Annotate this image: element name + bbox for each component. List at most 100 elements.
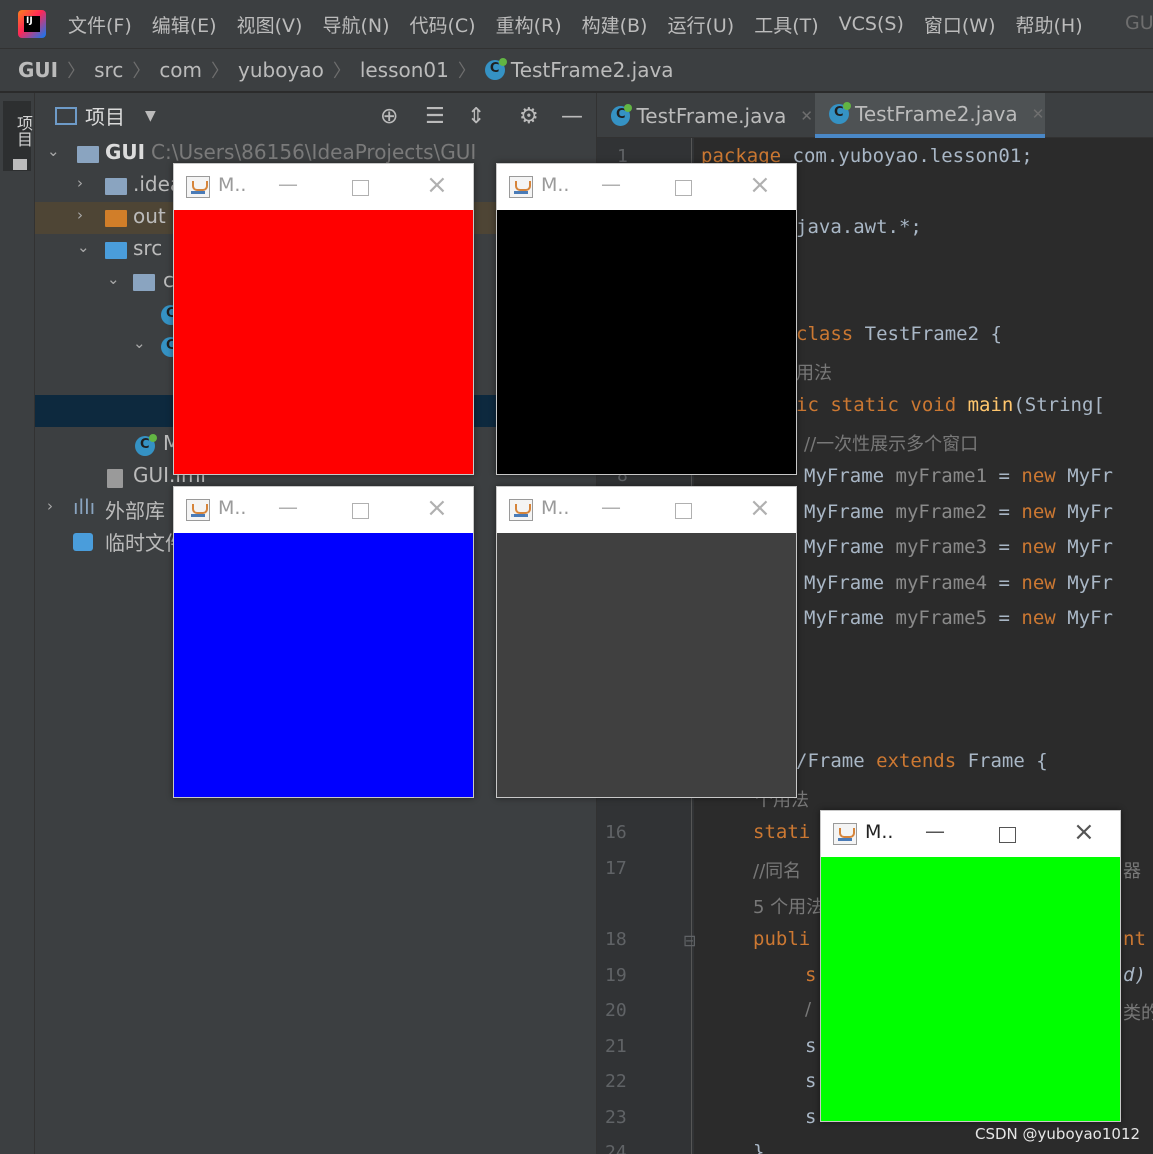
chevron-down-icon[interactable]: ⌄ [47, 142, 60, 160]
locate-icon[interactable]: ⊕ [380, 104, 398, 129]
usage-hint[interactable]: 用法 [796, 359, 832, 385]
line-number: 24 [605, 1142, 627, 1154]
line-number: 23 [605, 1107, 627, 1128]
breadcrumb-separator-icon: 〉 [132, 61, 151, 82]
awt-title: M.. [218, 497, 247, 519]
code-token: Frame { [956, 750, 1048, 772]
breadcrumb-file[interactable]: TestFrame2.java [511, 58, 674, 82]
awt-frame-green[interactable]: M.. — × [820, 810, 1121, 1122]
menu-refactor[interactable]: 重构(R) [496, 11, 562, 38]
line-number: 21 [605, 1036, 627, 1057]
line-number: 19 [605, 965, 627, 986]
awt-title-bar[interactable]: M.. — × [497, 487, 796, 533]
close-icon[interactable]: × [1073, 817, 1095, 847]
folder-icon [105, 178, 127, 195]
awt-title-bar[interactable]: M.. — × [174, 487, 473, 533]
intellij-logo-icon[interactable]: IJ [18, 10, 46, 38]
code-token: myFrame2 [895, 501, 988, 523]
code-token: main [956, 394, 1014, 416]
chevron-down-icon[interactable]: ⌄ [77, 238, 90, 256]
line-number: 17 [605, 858, 627, 879]
line-number: 20 [605, 1000, 627, 1021]
code-token: d) [1123, 964, 1146, 986]
menu-file[interactable]: 文件(F) [68, 11, 132, 38]
menu-build[interactable]: 构建(B) [582, 11, 648, 38]
awt-title-bar[interactable]: M.. — × [497, 164, 796, 210]
minimize-icon[interactable]: — [925, 819, 945, 843]
tab-label: TestFrame.java [636, 103, 787, 128]
awt-title-bar[interactable]: M.. — × [821, 811, 1120, 857]
project-tool-tab[interactable]: 项目 [3, 101, 33, 171]
expand-all-icon[interactable]: ☰ [425, 104, 445, 129]
code-token: new [1021, 501, 1056, 523]
minimize-icon[interactable]: — [278, 172, 298, 196]
gear-icon[interactable]: ⚙ [519, 104, 539, 129]
awt-frame-black[interactable]: M.. — × [496, 163, 797, 475]
code-line-main: ic static void main(String[ [796, 394, 1105, 416]
chevron-down-icon[interactable]: ⌄ [107, 270, 120, 288]
chevron-down-icon[interactable]: ▼ [145, 108, 156, 124]
maximize-icon[interactable] [352, 180, 369, 196]
code-token: TestFrame2 { [853, 323, 1002, 345]
menu-edit[interactable]: 编辑(E) [152, 11, 217, 38]
tab-testframe[interactable]: TestFrame.java ✕ [597, 93, 813, 138]
menu-view[interactable]: 视图(V) [237, 11, 303, 38]
menu-window[interactable]: 窗口(W) [924, 11, 996, 38]
awt-title: M.. [541, 497, 570, 519]
menu-vcs[interactable]: VCS(S) [839, 13, 904, 35]
minimize-icon[interactable]: — [601, 495, 621, 519]
chevron-right-icon[interactable]: › [77, 174, 83, 192]
awt-content-area[interactable] [497, 210, 796, 474]
awt-content-area[interactable] [821, 857, 1120, 1121]
folder-icon [13, 159, 27, 170]
code-comment: //一次性展示多个窗口 [804, 434, 979, 455]
awt-frame-gray[interactable]: M.. — × [496, 486, 797, 798]
awt-title-bar[interactable]: M.. — × [174, 164, 473, 210]
menu-code[interactable]: 代码(C) [409, 11, 475, 38]
breadcrumb-project[interactable]: GUI [18, 58, 58, 82]
code-token: s [805, 1070, 817, 1092]
module-folder-icon [77, 146, 99, 163]
chevron-right-icon[interactable]: › [47, 497, 53, 515]
fold-icon[interactable]: ⊟ [683, 931, 696, 950]
code-token: myFrame1 [895, 465, 988, 487]
awt-content-area[interactable] [497, 533, 796, 797]
minimize-icon[interactable]: — [278, 495, 298, 519]
code-token: MyFr [1067, 572, 1113, 594]
close-icon[interactable]: × [749, 493, 771, 523]
menu-navigate[interactable]: 导航(N) [322, 11, 389, 38]
close-icon[interactable]: ✕ [1032, 105, 1045, 123]
minimize-icon[interactable]: — [601, 172, 621, 196]
code-comment: //同名 [753, 861, 802, 882]
tab-testframe2[interactable]: TestFrame2.java ✕ [815, 93, 1045, 138]
breadcrumb-src[interactable]: src [94, 58, 123, 82]
breadcrumb-com[interactable]: com [159, 58, 202, 82]
usage-hint[interactable]: 5 个用法 [753, 893, 824, 919]
collapse-all-icon[interactable]: ⇕ [467, 104, 485, 129]
menu-help[interactable]: 帮助(H) [1016, 11, 1083, 38]
awt-content-area[interactable] [174, 533, 473, 797]
maximize-icon[interactable] [675, 503, 692, 519]
maximize-icon[interactable] [675, 180, 692, 196]
close-icon[interactable]: × [749, 170, 771, 200]
code-token: ic static void [796, 394, 957, 416]
minimize-icon[interactable]: — [561, 104, 583, 129]
menu-run[interactable]: 运行(U) [667, 11, 734, 38]
chevron-down-icon[interactable]: ⌄ [133, 334, 146, 352]
awt-frame-red[interactable]: M.. — × [173, 163, 474, 475]
project-panel-title[interactable]: 项目 [85, 101, 125, 130]
close-icon[interactable]: × [426, 493, 448, 523]
awt-content-area[interactable] [174, 210, 473, 474]
maximize-icon[interactable] [999, 827, 1016, 843]
code-line-close-brace: } [753, 1141, 765, 1154]
close-icon[interactable]: ✕ [800, 107, 813, 125]
code-token: extends [876, 750, 957, 772]
maximize-icon[interactable] [352, 503, 369, 519]
chevron-right-icon[interactable]: › [77, 206, 83, 224]
breadcrumb-lesson01[interactable]: lesson01 [360, 58, 449, 82]
menu-tools[interactable]: 工具(T) [754, 11, 818, 38]
breadcrumb-yuboyao[interactable]: yuboyao [238, 58, 324, 82]
code-line-frame5: MyFrame myFrame5 = new MyFr [804, 607, 1113, 629]
close-icon[interactable]: × [426, 170, 448, 200]
awt-frame-blue[interactable]: M.. — × [173, 486, 474, 798]
